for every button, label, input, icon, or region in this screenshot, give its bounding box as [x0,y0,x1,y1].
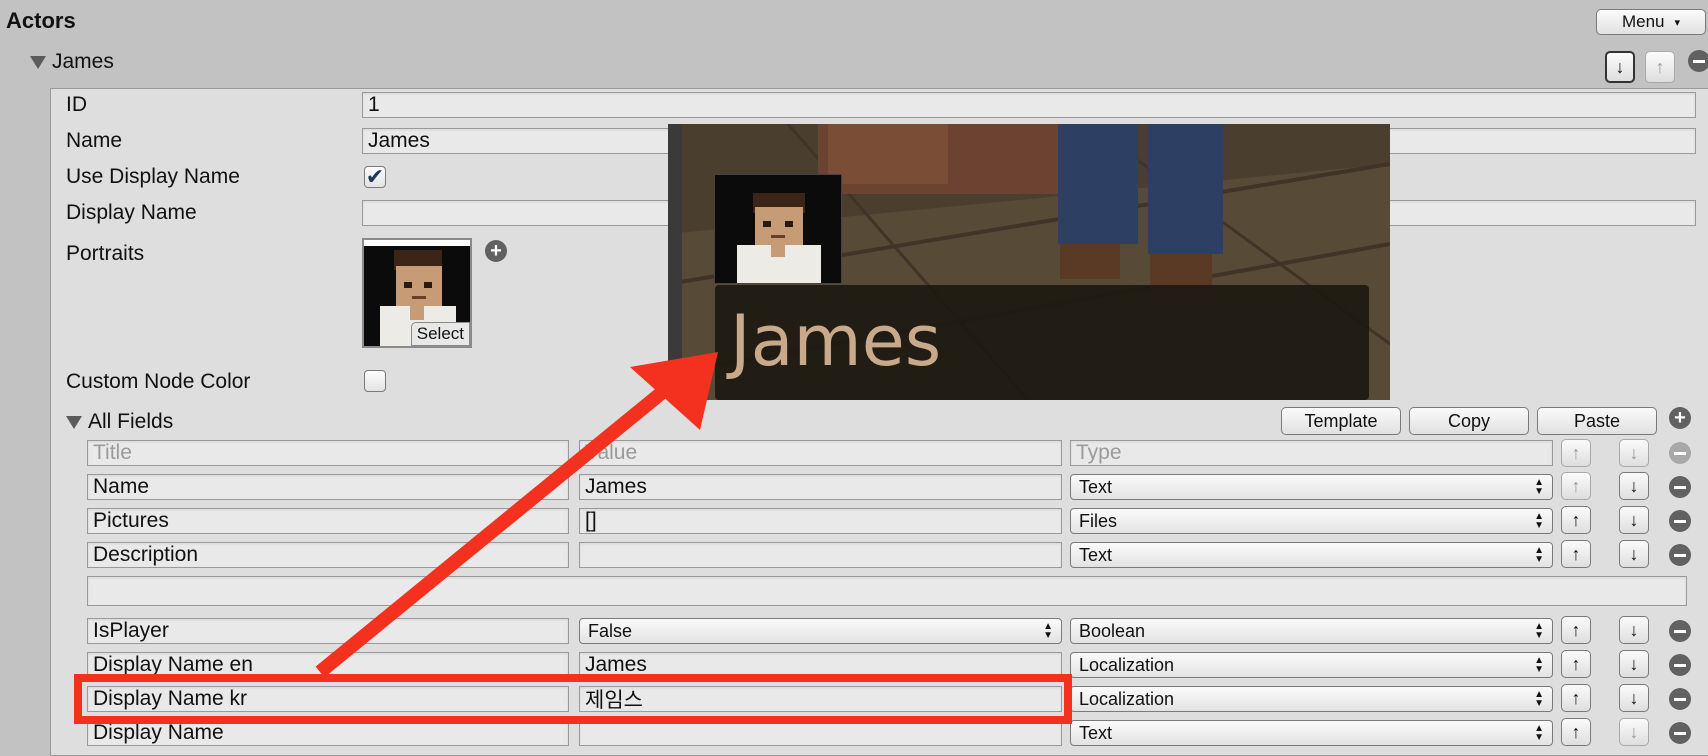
highlight-box [74,674,1072,724]
annotation-arrow [315,352,718,678]
